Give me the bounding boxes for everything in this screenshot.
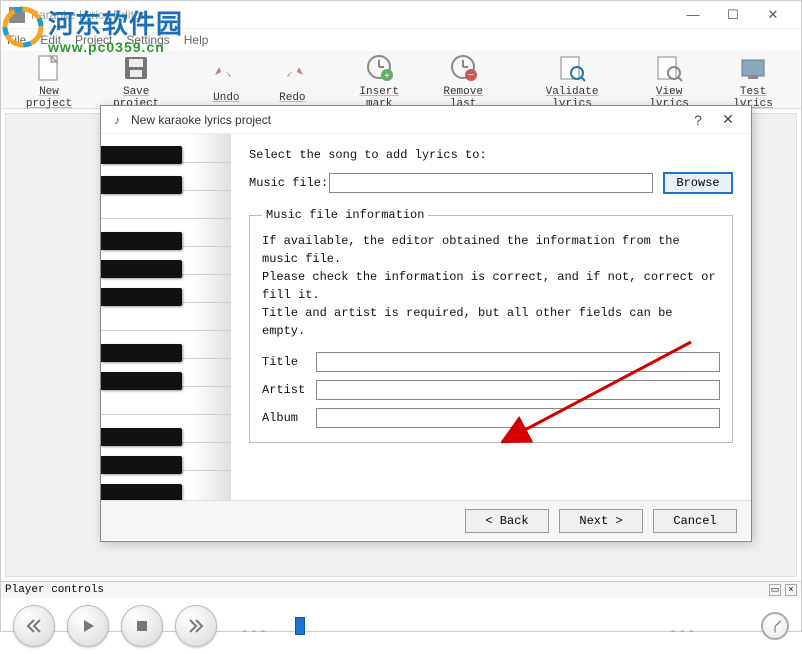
wizard-banner-image <box>101 134 231 500</box>
dialog-titlebar: ♪ New karaoke lyrics project ? ✕ <box>101 106 751 134</box>
select-song-label: Select the song to add lyrics to: <box>249 148 733 162</box>
player-controls: --- --- <box>1 598 801 654</box>
save-icon <box>118 52 154 84</box>
dialog-buttons: < Back Next > Cancel <box>101 500 751 540</box>
titlebar: Karaoke Lyrics Editor — ☐ ✕ <box>1 1 801 29</box>
help-button[interactable]: ? <box>683 112 713 128</box>
player-header: Player controls ▭ × <box>1 582 801 598</box>
clock-icon <box>761 612 789 640</box>
test-icon <box>735 52 771 84</box>
rewind-button[interactable] <box>13 605 55 647</box>
remove-last-button[interactable]: − Remove last <box>421 48 505 112</box>
time-end: --- <box>669 624 697 638</box>
save-project-button[interactable]: Save project <box>91 48 181 112</box>
remove-last-icon: − <box>445 52 481 84</box>
next-button[interactable]: Next > <box>559 509 643 533</box>
slider-thumb[interactable] <box>295 617 305 635</box>
dialog-title: New karaoke lyrics project <box>131 113 683 127</box>
undo-icon <box>208 58 244 90</box>
app-icon <box>9 7 25 23</box>
maximize-button[interactable]: ☐ <box>713 3 753 27</box>
dialog-form: Select the song to add lyrics to: Music … <box>231 134 751 500</box>
music-file-input[interactable] <box>329 173 653 193</box>
artist-input[interactable] <box>316 380 720 400</box>
time-start: --- <box>241 624 269 638</box>
forward-button[interactable] <box>175 605 217 647</box>
dialog-icon: ♪ <box>109 112 125 128</box>
svg-text:−: − <box>468 71 474 82</box>
insert-mark-button[interactable]: + Insert mark <box>337 48 421 112</box>
window-title: Karaoke Lyrics Editor <box>31 8 673 22</box>
menu-settings[interactable]: Settings <box>126 33 169 47</box>
undock-icon[interactable]: ▭ <box>769 584 781 596</box>
menu-project[interactable]: Project <box>75 33 112 47</box>
menu-help[interactable]: Help <box>184 33 209 47</box>
play-button[interactable] <box>67 605 109 647</box>
minimize-button[interactable]: — <box>673 3 713 27</box>
undo-button[interactable]: Undo <box>193 54 259 106</box>
fieldset-legend: Music file information <box>262 208 428 222</box>
stop-button[interactable] <box>121 605 163 647</box>
browse-button[interactable]: Browse <box>663 172 733 194</box>
new-project-dialog: ♪ New karaoke lyrics project ? ✕ Select … <box>100 105 752 542</box>
redo-icon <box>274 58 310 90</box>
new-project-button[interactable]: New project <box>7 48 91 112</box>
title-label: Title <box>262 355 316 369</box>
cancel-button[interactable]: Cancel <box>653 509 737 533</box>
album-input[interactable] <box>316 408 720 428</box>
close-button[interactable]: ✕ <box>753 3 793 27</box>
seek-slider[interactable]: --- --- <box>241 623 737 629</box>
toolbar: New project Save project Undo Redo + Ins… <box>1 51 801 109</box>
view-icon <box>651 52 687 84</box>
player-panel: Player controls ▭ × --- --- <box>1 581 801 654</box>
player-header-label: Player controls <box>5 584 104 596</box>
album-label: Album <box>262 411 316 425</box>
info-text: If available, the editor obtained the in… <box>262 232 720 340</box>
title-input[interactable] <box>316 352 720 372</box>
music-file-info-fieldset: Music file information If available, the… <box>249 208 733 443</box>
music-file-label: Music file: <box>249 176 329 190</box>
redo-button[interactable]: Redo <box>259 54 325 106</box>
new-file-icon <box>31 52 67 84</box>
view-lyrics-button[interactable]: View lyrics <box>627 48 711 112</box>
artist-label: Artist <box>262 383 316 397</box>
back-button[interactable]: < Back <box>465 509 549 533</box>
menu-file[interactable]: File <box>7 33 26 47</box>
insert-mark-icon: + <box>361 52 397 84</box>
validate-icon <box>554 52 590 84</box>
dialog-close-button[interactable]: ✕ <box>713 111 743 128</box>
close-panel-icon[interactable]: × <box>785 584 797 596</box>
svg-text:+: + <box>384 72 390 83</box>
menu-edit[interactable]: Edit <box>40 33 61 47</box>
validate-lyrics-button[interactable]: Validate lyrics <box>517 48 627 112</box>
test-lyrics-button[interactable]: Test lyrics <box>711 48 795 112</box>
